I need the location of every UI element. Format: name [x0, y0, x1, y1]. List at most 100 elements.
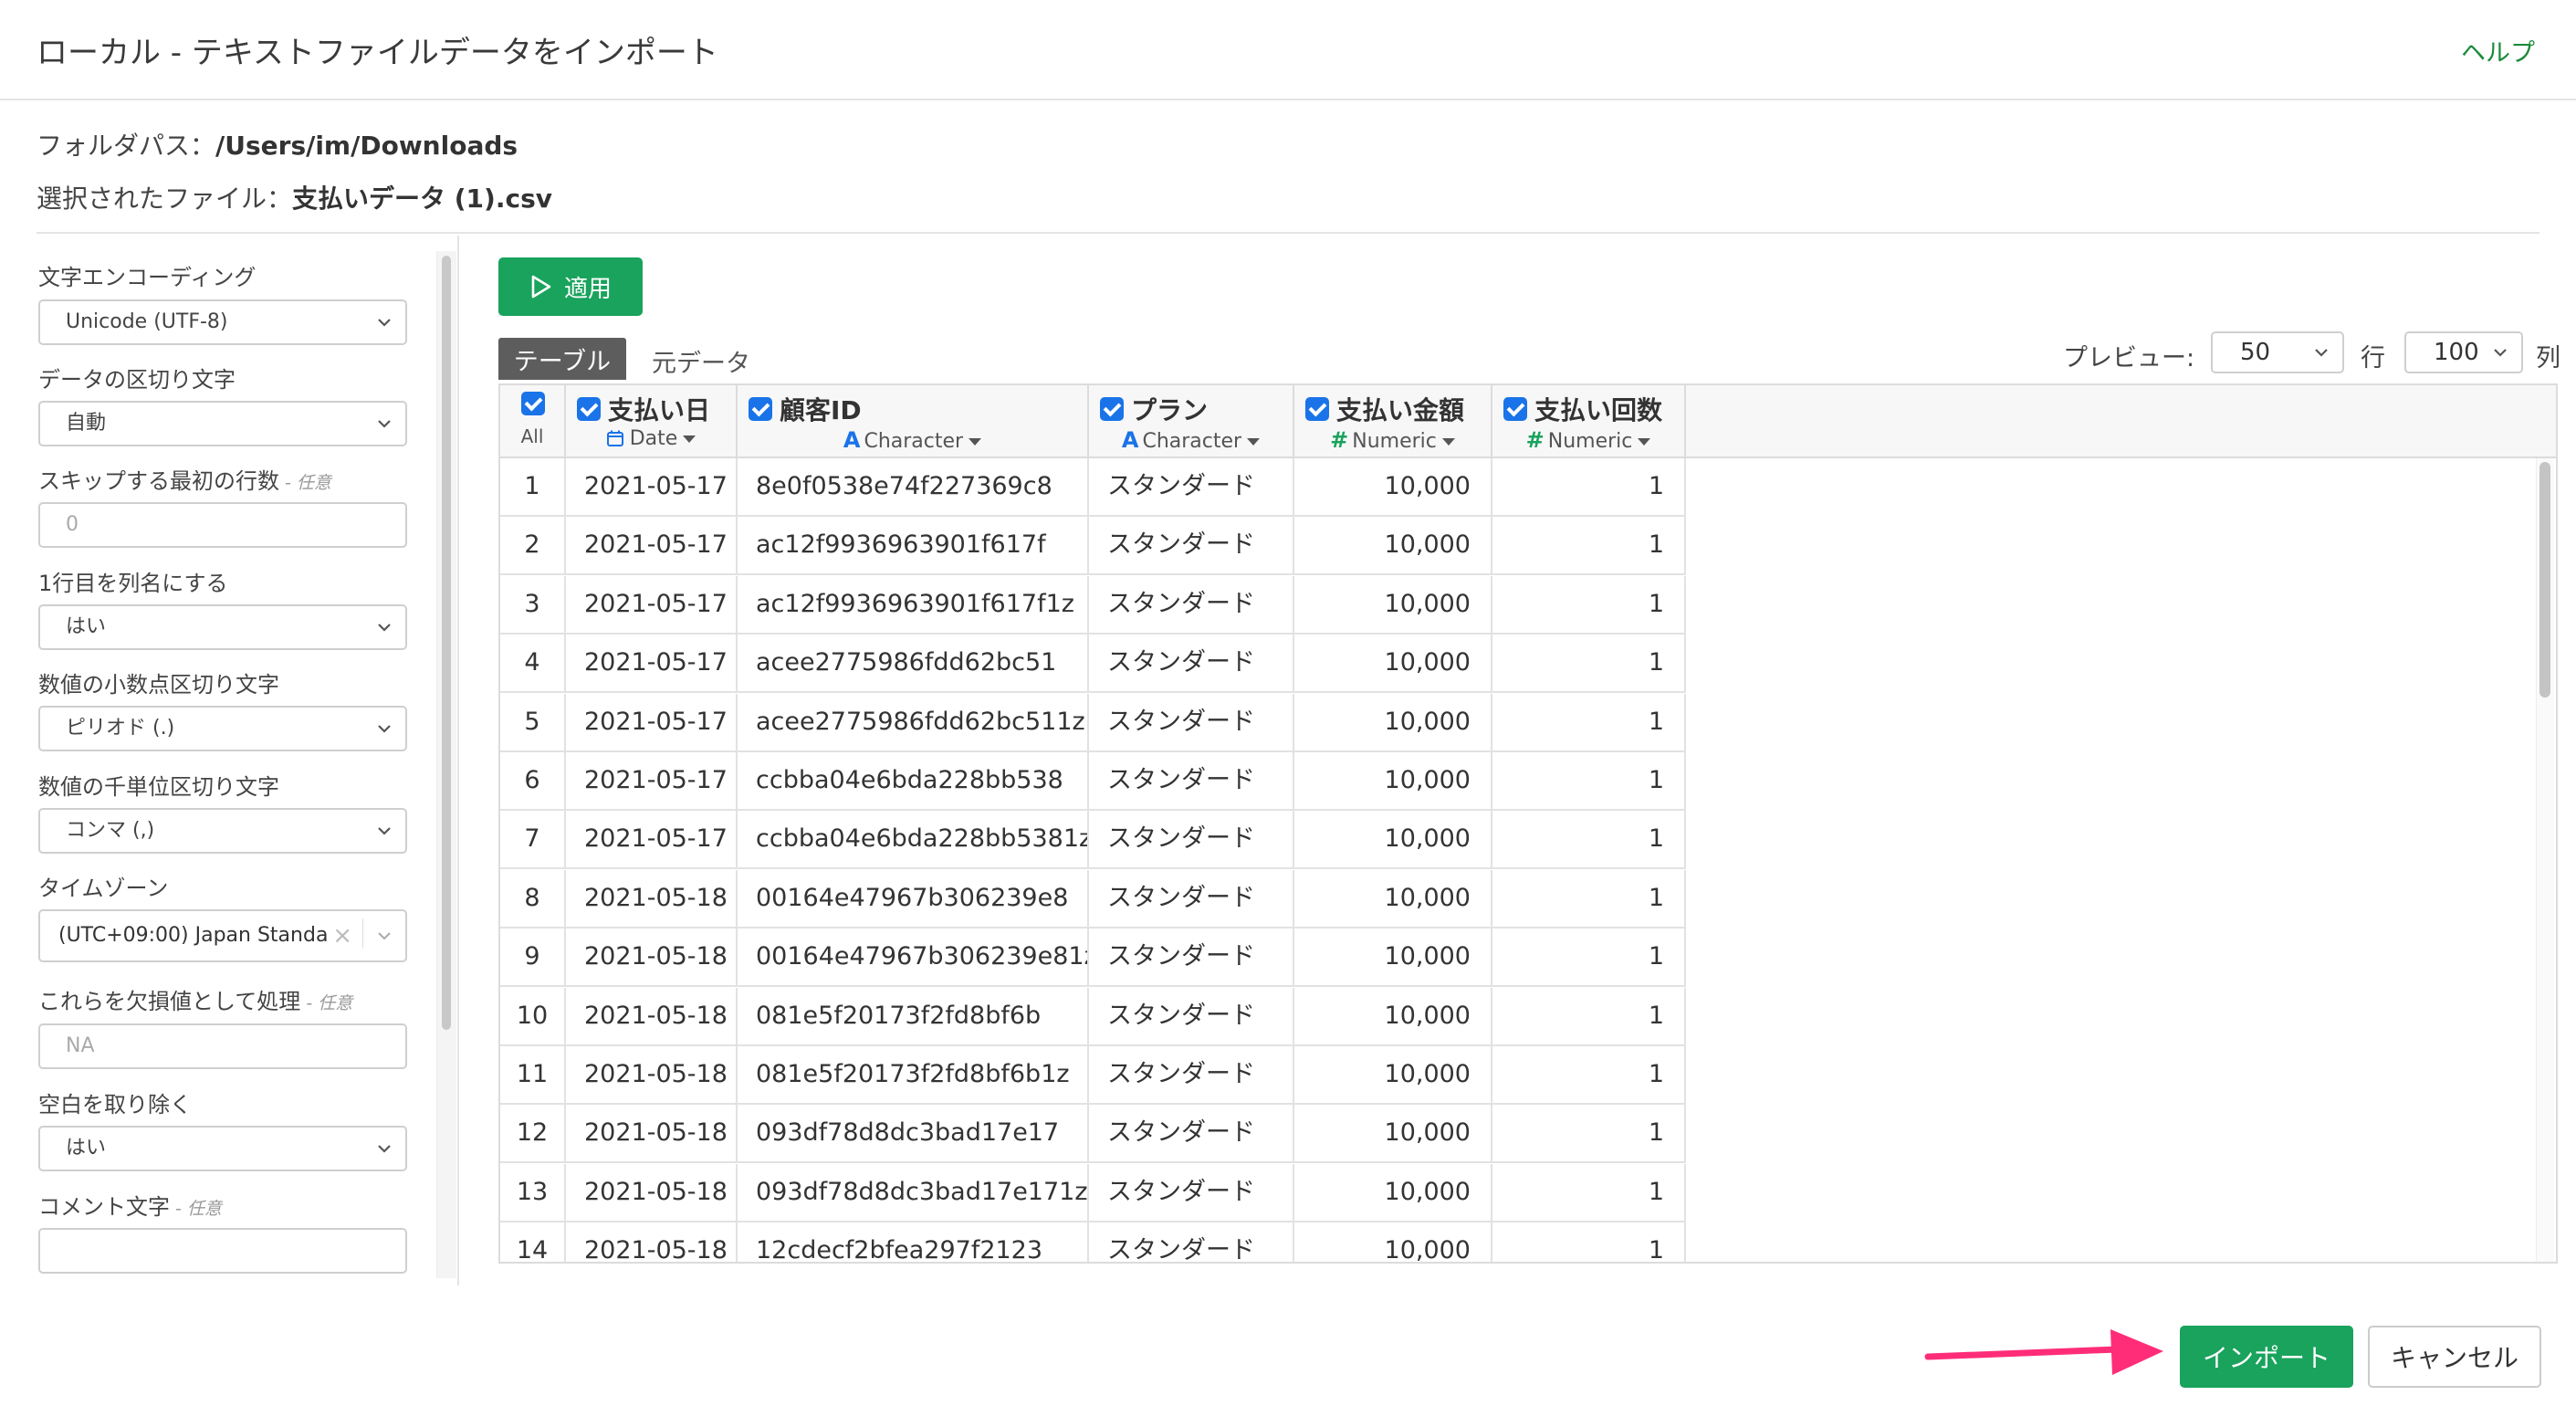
- column-header[interactable]: 顧客ID A Character: [738, 385, 1089, 458]
- table-cell[interactable]: スタンダード: [1089, 1164, 1294, 1222]
- table-cell[interactable]: 10,000: [1294, 576, 1492, 635]
- table-cell[interactable]: 8e0f0538e74f227369c8: [738, 458, 1089, 517]
- table-cell[interactable]: スタンダード: [1089, 576, 1294, 635]
- table-cell[interactable]: スタンダード: [1089, 517, 1294, 575]
- import-button[interactable]: インポート: [2180, 1326, 2353, 1388]
- table-cell[interactable]: スタンダード: [1089, 988, 1294, 1046]
- help-link[interactable]: ヘルプ: [2461, 33, 2535, 68]
- clear-icon[interactable]: ×: [332, 911, 352, 960]
- table-cell[interactable]: 12cdecf2bfea297f2123: [738, 1222, 1089, 1262]
- tab-table[interactable]: テーブル: [498, 338, 626, 380]
- trim-select[interactable]: はい: [38, 1126, 407, 1171]
- table-cell[interactable]: 093df78d8dc3bad17e171z: [738, 1164, 1089, 1222]
- table-cell[interactable]: 10,000: [1294, 811, 1492, 869]
- column-type-dropdown[interactable]: # Numeric: [1294, 427, 1491, 453]
- select-all-checkbox[interactable]: [521, 392, 545, 415]
- apply-button[interactable]: 適用: [498, 257, 643, 316]
- table-cell[interactable]: スタンダード: [1089, 694, 1294, 752]
- table-cell[interactable]: 10,000: [1294, 635, 1492, 693]
- table-cell[interactable]: 2021-05-17: [566, 458, 738, 517]
- table-cell[interactable]: 081e5f20173f2fd8bf6b: [738, 988, 1089, 1046]
- column-type-dropdown[interactable]: Date: [566, 427, 736, 450]
- table-cell[interactable]: 1: [1492, 988, 1686, 1046]
- header-row-select[interactable]: はい: [38, 604, 407, 650]
- table-cell[interactable]: 1: [1492, 1164, 1686, 1222]
- table-cell[interactable]: 2021-05-17: [566, 694, 738, 752]
- table-cell[interactable]: 2021-05-18: [566, 1105, 738, 1163]
- table-cell[interactable]: スタンダード: [1089, 1105, 1294, 1163]
- column-checkbox[interactable]: [1305, 397, 1329, 421]
- table-cell[interactable]: スタンダード: [1089, 929, 1294, 987]
- table-cell[interactable]: acee2775986fdd62bc511z: [738, 694, 1089, 752]
- column-checkbox[interactable]: [1503, 397, 1527, 421]
- table-cell[interactable]: 1: [1492, 929, 1686, 987]
- table-cell[interactable]: 1: [1492, 458, 1686, 517]
- column-header[interactable]: 支払い金額 # Numeric: [1294, 385, 1492, 458]
- table-cell[interactable]: ac12f9936963901f617f: [738, 517, 1089, 575]
- table-cell[interactable]: 2021-05-17: [566, 517, 738, 575]
- table-cell[interactable]: スタンダード: [1089, 752, 1294, 811]
- table-cell[interactable]: 10,000: [1294, 694, 1492, 752]
- table-cell[interactable]: 10,000: [1294, 1222, 1492, 1262]
- column-header[interactable]: プラン A Character: [1089, 385, 1294, 458]
- table-cell[interactable]: 2021-05-17: [566, 811, 738, 869]
- column-header[interactable]: 支払い回数 # Numeric: [1492, 385, 1686, 458]
- table-cell[interactable]: スタンダード: [1089, 635, 1294, 693]
- table-cell[interactable]: 1: [1492, 870, 1686, 929]
- table-cell[interactable]: スタンダード: [1089, 811, 1294, 869]
- table-cell[interactable]: 1: [1492, 694, 1686, 752]
- column-checkbox[interactable]: [749, 397, 772, 421]
- grid-scrollbar-thumb[interactable]: [2539, 462, 2550, 698]
- table-cell[interactable]: 2021-05-17: [566, 576, 738, 635]
- table-cell[interactable]: 10,000: [1294, 929, 1492, 987]
- table-cell[interactable]: 00164e47967b306239e8: [738, 870, 1089, 929]
- table-cell[interactable]: 2021-05-17: [566, 752, 738, 811]
- thousands-sep-select[interactable]: コンマ (,): [38, 808, 407, 854]
- table-cell[interactable]: スタンダード: [1089, 1046, 1294, 1105]
- delimiter-select[interactable]: 自動: [38, 401, 407, 446]
- column-type-dropdown[interactable]: A Character: [738, 427, 1087, 453]
- table-cell[interactable]: 2021-05-17: [566, 635, 738, 693]
- table-cell[interactable]: acee2775986fdd62bc51: [738, 635, 1089, 693]
- comment-input[interactable]: [38, 1228, 407, 1274]
- table-cell[interactable]: 1: [1492, 517, 1686, 575]
- table-cell[interactable]: 10,000: [1294, 988, 1492, 1046]
- encoding-select[interactable]: Unicode (UTF-8): [38, 299, 407, 345]
- table-cell[interactable]: ccbba04e6bda228bb538: [738, 752, 1089, 811]
- column-header[interactable]: 支払い日 Date: [566, 385, 738, 458]
- table-cell[interactable]: 2021-05-18: [566, 1046, 738, 1105]
- table-cell[interactable]: 2021-05-18: [566, 1222, 738, 1262]
- table-cell[interactable]: 2021-05-18: [566, 1164, 738, 1222]
- table-cell[interactable]: 1: [1492, 635, 1686, 693]
- table-cell[interactable]: 10,000: [1294, 1164, 1492, 1222]
- table-cell[interactable]: 10,000: [1294, 1046, 1492, 1105]
- select-all-column[interactable]: All: [500, 385, 566, 458]
- na-values-input[interactable]: NA: [38, 1023, 407, 1069]
- table-cell[interactable]: スタンダード: [1089, 1222, 1294, 1262]
- skip-rows-input[interactable]: 0: [38, 502, 407, 548]
- tab-raw-data[interactable]: 元データ: [652, 343, 750, 379]
- cancel-button[interactable]: キャンセル: [2368, 1326, 2541, 1388]
- preview-cols-select[interactable]: 100: [2404, 331, 2523, 373]
- column-type-dropdown[interactable]: A Character: [1089, 427, 1293, 453]
- table-cell[interactable]: 10,000: [1294, 752, 1492, 811]
- table-cell[interactable]: 1: [1492, 1046, 1686, 1105]
- table-cell[interactable]: 2021-05-18: [566, 929, 738, 987]
- table-cell[interactable]: スタンダード: [1089, 870, 1294, 929]
- table-cell[interactable]: 10,000: [1294, 1105, 1492, 1163]
- column-checkbox[interactable]: [577, 397, 601, 421]
- table-cell[interactable]: ac12f9936963901f617f1z: [738, 576, 1089, 635]
- column-checkbox[interactable]: [1100, 397, 1124, 421]
- table-cell[interactable]: 1: [1492, 811, 1686, 869]
- column-type-dropdown[interactable]: # Numeric: [1492, 427, 1684, 453]
- table-cell[interactable]: 00164e47967b306239e81z: [738, 929, 1089, 987]
- decimal-sep-select[interactable]: ピリオド (.): [38, 706, 407, 751]
- table-cell[interactable]: 2021-05-18: [566, 988, 738, 1046]
- table-cell[interactable]: 2021-05-18: [566, 870, 738, 929]
- table-cell[interactable]: 10,000: [1294, 870, 1492, 929]
- timezone-select[interactable]: (UTC+09:00) Japan Standa ×: [38, 909, 407, 962]
- table-cell[interactable]: 1: [1492, 1105, 1686, 1163]
- table-cell[interactable]: 10,000: [1294, 517, 1492, 575]
- preview-rows-select[interactable]: 50: [2211, 331, 2344, 373]
- settings-scrollbar-thumb[interactable]: [442, 256, 451, 1030]
